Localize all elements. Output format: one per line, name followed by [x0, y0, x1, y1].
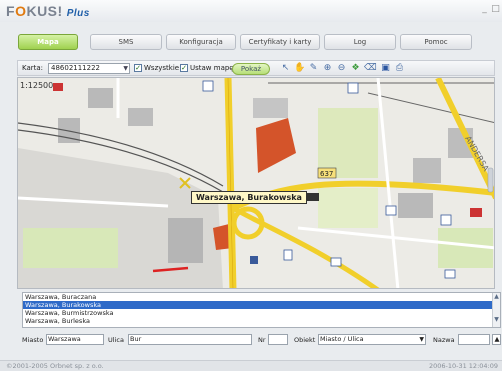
zoom-out-icon[interactable]: ⊖	[336, 63, 347, 74]
tab-log[interactable]: Log	[324, 34, 396, 50]
eraser-icon[interactable]: ⌫	[364, 63, 377, 74]
search-bar: Miasto Warszawa Ulica Bur Nr Obiekt Mias…	[22, 333, 501, 347]
list-item[interactable]: Warszawa, Burmistrzowska	[23, 309, 500, 317]
tab-konfiguracja[interactable]: Konfiguracja	[166, 34, 236, 50]
map-scrollbar[interactable]	[487, 78, 494, 288]
city-label: Miasto	[22, 336, 44, 344]
title-bar: FOKUS! Plus _ □	[0, 0, 502, 22]
object-select[interactable]: Miasto / Ulica ▼	[318, 334, 426, 345]
app-logo: FOKUS! Plus	[6, 3, 90, 19]
set-map-checkbox[interactable]: ✓	[180, 64, 188, 72]
street-results-list[interactable]: Warszawa, Buraczana Warszawa, Burakowska…	[22, 292, 501, 328]
list-item-selected[interactable]: Warszawa, Burakowska	[23, 301, 500, 309]
number-label: Nr	[258, 336, 266, 344]
all-checkbox[interactable]: ✓	[134, 64, 142, 72]
map-scale: 1:12500	[20, 81, 54, 90]
map-view[interactable]: 637 ANDERSA 1:12500 Warszawa, Burakowska	[17, 77, 495, 289]
hand-icon[interactable]: ✋	[294, 63, 305, 74]
tab-certyfikaty[interactable]: Certyfikaty i karty	[240, 34, 320, 50]
name-field[interactable]	[458, 334, 490, 345]
list-item[interactable]: Warszawa, Buraczana	[23, 293, 500, 301]
datetime-text: 2006-10-31 12:04:09	[428, 362, 498, 370]
cursor-icon[interactable]: ↖	[280, 63, 291, 74]
tab-sms[interactable]: SMS	[90, 34, 162, 50]
street-label: Ulica	[108, 336, 124, 344]
copyright-text: ©2001-2005 Orbnet sp. z o.o.	[6, 362, 104, 370]
number-field[interactable]	[268, 334, 288, 345]
card-select[interactable]: 48602111222 ▼	[48, 63, 130, 74]
scroll-down-icon[interactable]: ▼	[493, 316, 500, 323]
all-label: Wszystkie	[144, 64, 180, 72]
object-label: Obiekt	[294, 336, 316, 344]
map-canvas: 637 ANDERSA	[18, 78, 494, 288]
list-scrollbar[interactable]: ▲ ▼	[492, 293, 500, 327]
name-label: Nazwa	[433, 336, 455, 344]
status-bar: ©2001-2005 Orbnet sp. z o.o. 2006-10-31 …	[0, 360, 502, 371]
scroll-up-icon[interactable]: ▲	[492, 334, 501, 345]
minimize-button[interactable]: _	[480, 5, 489, 14]
layers-icon[interactable]: ❖	[350, 63, 361, 74]
tab-pomoc[interactable]: Pomoc	[400, 34, 472, 50]
zoom-in-icon[interactable]: ⊕	[322, 63, 333, 74]
map-toolbar: Karta: 48602111222 ▼ ✓ Wszystkie ✓ Ustaw …	[17, 60, 495, 76]
chevron-down-icon: ▼	[419, 336, 424, 343]
svg-text:637: 637	[320, 170, 333, 178]
set-map-label: Ustaw mapę	[190, 64, 234, 72]
tab-mapa[interactable]: Mapa	[18, 34, 78, 50]
card-label: Karta:	[22, 64, 44, 72]
maximize-button[interactable]: □	[491, 5, 500, 14]
chevron-down-icon: ▼	[123, 65, 128, 72]
list-item[interactable]: Warszawa, Burleska	[23, 317, 500, 325]
city-field[interactable]: Warszawa	[46, 334, 104, 345]
pencil-icon[interactable]: ✎	[308, 63, 319, 74]
scroll-up-icon[interactable]: ▲	[493, 293, 500, 300]
map-tooltip: Warszawa, Burakowska	[191, 191, 307, 204]
save-icon[interactable]: ▣	[380, 63, 391, 74]
show-button[interactable]: Pokaż	[232, 63, 270, 75]
print-icon[interactable]: ⎙	[394, 63, 405, 74]
street-field[interactable]: Bur	[128, 334, 252, 345]
